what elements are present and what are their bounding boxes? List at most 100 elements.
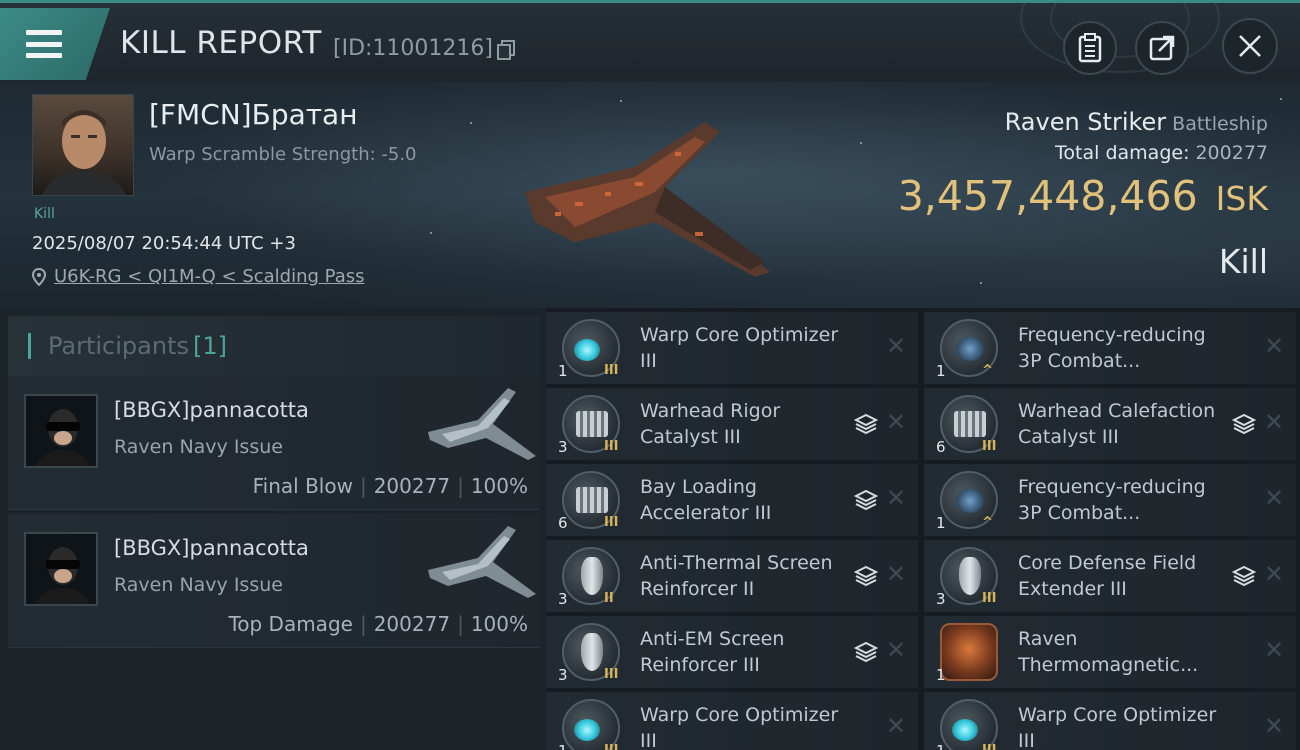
report-id: [ID:11001216] <box>333 36 493 61</box>
destroyed-x-icon: ✕ <box>886 408 907 436</box>
victim-avatar[interactable] <box>32 94 134 196</box>
module-quantity: 1 <box>558 362 568 380</box>
victim-ship[interactable]: Raven Striker Battleship <box>1005 108 1268 136</box>
destroyed-x-icon: ✕ <box>886 712 907 740</box>
participant-percent: 100% <box>470 474 528 498</box>
module-item[interactable]: 1 ^ Frequency-reducing 3P Combat... ✕ <box>924 312 1296 384</box>
module-name: Frequency-reducing 3P Combat... <box>1018 476 1206 524</box>
module-item[interactable]: 3 II Anti-Thermal Screen Reinforcer II ✕ <box>546 540 918 612</box>
location-link[interactable]: U6K-RG < QI1M-Q < Scalding Pass <box>54 266 365 287</box>
destroyed-x-icon: ✕ <box>1264 712 1285 740</box>
layers-icon[interactable] <box>1231 412 1257 436</box>
clipboard-button[interactable] <box>1063 21 1117 75</box>
participant-stats: Top Damage | 200277 | 100% <box>228 612 528 636</box>
module-tier-badge: ^ <box>982 515 993 530</box>
module-icon <box>940 623 998 681</box>
participant-name[interactable]: [BBGX]pannacotta <box>114 398 309 422</box>
kill-banner: [FMCN]Братан Warp Scramble Strength: -5.… <box>0 82 1300 308</box>
participant-ship: Raven Navy Issue <box>114 574 283 596</box>
participant-ship: Raven Navy Issue <box>114 436 283 458</box>
layers-icon[interactable] <box>853 640 879 664</box>
module-tier-badge: III <box>982 743 997 750</box>
participant-avatar[interactable] <box>24 532 98 606</box>
participant-avatar[interactable] <box>24 394 98 468</box>
isk-amount: 3,457,448,466 <box>897 172 1198 220</box>
menu-button[interactable] <box>0 8 110 80</box>
module-item[interactable]: 6 III Warhead Calefaction Catalyst III ✕ <box>924 388 1296 460</box>
module-tier-badge: III <box>604 743 619 750</box>
participants-count: [1] <box>192 332 227 360</box>
victim-name[interactable]: [FMCN]Братан <box>149 98 358 131</box>
warp-scramble-strength: Warp Scramble Strength: -5.0 <box>149 144 417 165</box>
kill-datetime: 2025/08/07 20:54:44 UTC +3 <box>32 233 296 254</box>
module-name: Core Defense Field Extender III <box>1018 552 1197 600</box>
module-tier-badge: III <box>604 515 619 530</box>
destroyed-x-icon: ✕ <box>886 332 907 360</box>
share-button[interactable] <box>1135 21 1189 75</box>
destroyed-x-icon: ✕ <box>1264 332 1285 360</box>
layers-icon[interactable] <box>853 488 879 512</box>
top-bar: KILL REPORT [ID:11001216] <box>0 0 1300 82</box>
module-tier-badge: II <box>604 591 614 606</box>
clipboard-icon <box>1078 33 1102 63</box>
module-item[interactable]: 3 III Core Defense Field Extender III ✕ <box>924 540 1296 612</box>
module-name: Anti-EM Screen Reinforcer III <box>640 628 785 676</box>
module-quantity: 1 <box>936 514 946 532</box>
module-name: Warp Core Optimizer III <box>1018 704 1217 750</box>
module-item[interactable]: 1 III Warp Core Optimizer III ✕ <box>546 312 918 384</box>
page-title: KILL REPORT <box>120 25 322 61</box>
module-quantity: 1 <box>558 742 568 750</box>
layers-icon[interactable] <box>1231 564 1257 588</box>
module-item[interactable]: 1 III Warp Core Optimizer III ✕ <box>546 692 918 750</box>
layers-icon[interactable] <box>853 564 879 588</box>
module-name: Warhead Rigor Catalyst III <box>640 400 781 448</box>
module-quantity: 6 <box>558 514 568 532</box>
copy-icon[interactable] <box>497 40 515 60</box>
isk-unit: ISK <box>1215 179 1268 218</box>
ship-name: Raven Striker <box>1004 108 1167 136</box>
module-quantity: 1 <box>936 362 946 380</box>
module-tier-badge: III <box>982 439 997 454</box>
module-name: Warp Core Optimizer III <box>640 704 839 750</box>
module-item[interactable]: 1 III Warp Core Optimizer III ✕ <box>924 692 1296 750</box>
participant-percent: 100% <box>470 612 528 636</box>
destroyed-x-icon: ✕ <box>1264 484 1285 512</box>
participant-role: Final Blow <box>252 474 353 498</box>
participant-card[interactable]: [BBGX]pannacotta Raven Navy Issue Top Da… <box>8 514 540 648</box>
module-name: Frequency-reducing 3P Combat... <box>1018 324 1206 372</box>
module-item[interactable]: 3 III Anti-EM Screen Reinforcer III ✕ <box>546 616 918 688</box>
participant-card[interactable]: [BBGX]pannacotta Raven Navy Issue Final … <box>8 376 540 510</box>
module-tier-badge: ^ <box>982 363 993 378</box>
kill-location[interactable]: U6K-RG < QI1M-Q < Scalding Pass <box>32 266 365 287</box>
participant-ship-image <box>428 526 536 598</box>
module-item[interactable]: 6 III Bay Loading Accelerator III ✕ <box>546 464 918 536</box>
module-item[interactable]: 1 ^ Frequency-reducing 3P Combat... ✕ <box>924 464 1296 536</box>
participant-role: Top Damage <box>228 612 353 636</box>
module-quantity: 6 <box>936 438 946 456</box>
module-tier-badge: III <box>982 591 997 606</box>
participants-panel: Participants [1] [BBGX]pannacotta Raven N… <box>0 308 546 750</box>
module-name: Warhead Calefaction Catalyst III <box>1018 400 1216 448</box>
layers-icon[interactable] <box>853 412 879 436</box>
destroyed-x-icon: ✕ <box>886 636 907 664</box>
close-icon <box>1239 35 1261 57</box>
module-tier-badge: III <box>604 667 619 682</box>
module-quantity: 3 <box>558 438 568 456</box>
module-item[interactable]: 3 III Warhead Rigor Catalyst III ✕ <box>546 388 918 460</box>
hamburger-icon <box>26 30 62 58</box>
ship-class: Battleship <box>1172 113 1268 135</box>
isk-value: 3,457,448,466 ISK <box>898 172 1268 220</box>
total-damage: Total damage: 200277 <box>1055 142 1268 164</box>
participants-title: Participants [1] <box>48 332 227 360</box>
participant-stats: Final Blow | 200277 | 100% <box>252 474 528 498</box>
module-quantity: 1 <box>936 742 946 750</box>
module-tier-badge: III <box>604 439 619 454</box>
participant-damage: 200277 <box>373 474 451 498</box>
close-button[interactable] <box>1222 18 1278 74</box>
participant-name[interactable]: [BBGX]pannacotta <box>114 536 309 560</box>
module-name: Anti-Thermal Screen Reinforcer II <box>640 552 833 600</box>
module-tier-badge: III <box>604 363 619 378</box>
module-item[interactable]: 1 Raven Thermomagnetic... ✕ <box>924 616 1296 688</box>
participant-damage: 200277 <box>373 612 451 636</box>
victim-ship-image <box>525 122 770 277</box>
